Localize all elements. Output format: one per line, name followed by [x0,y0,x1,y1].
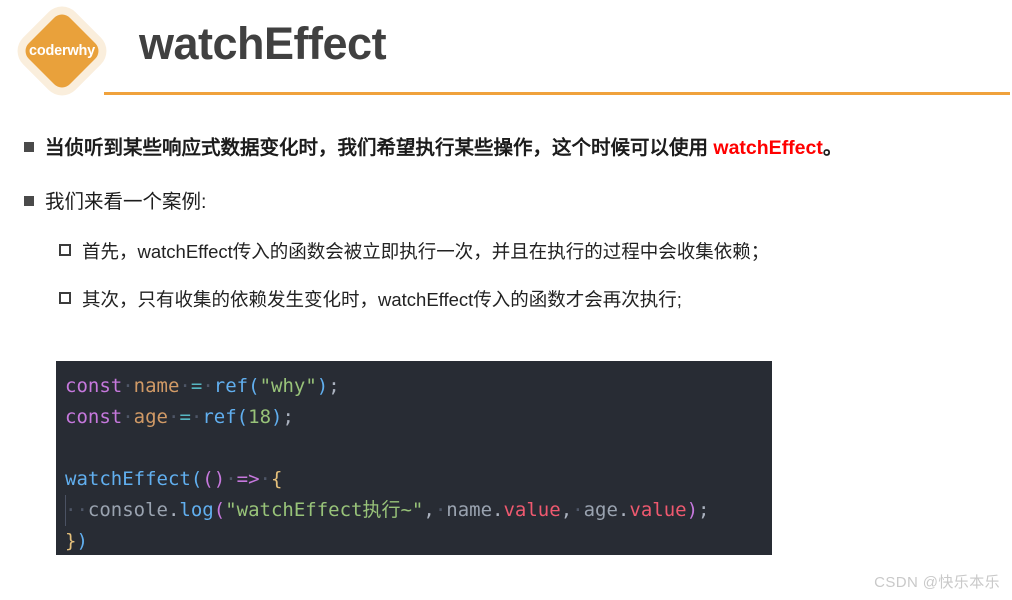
filled-square-bullet-icon [24,142,34,152]
code-token: , [560,499,573,521]
code-token: age [133,406,168,428]
code-token: name [446,499,493,521]
code-token: ·· [65,499,88,521]
code-token: "why" [259,375,317,397]
code-token: · [202,375,214,397]
code-token: log [179,499,214,521]
code-token: age [583,499,618,521]
code-token: ( [236,406,249,428]
coderwhy-logo: coderwhy [14,7,110,95]
code-token: · [434,499,447,521]
bullet-item-2: 我们来看一个案例: [24,188,206,216]
sub-bullet-2-text: 其次，只有收集的依赖发生变化时，watchEffect传入的函数才会再次执行; [82,289,682,310]
title-divider [104,92,1010,95]
code-snippet-block: const·name·=·ref("why"); const·age·=·ref(… [56,361,772,555]
hollow-square-bullet-icon [59,292,71,304]
code-token: => [236,468,260,490]
code-token: ; [328,375,340,397]
code-token: · [225,468,237,490]
page-title: watchEffect [139,18,387,69]
code-token: ) [686,499,699,521]
sub-bullet-1-text: 首先，watchEffect传入的函数会被立即执行一次，并且在执行的过程中会收集… [82,241,770,262]
code-token: ref [202,406,237,428]
slide-header: coderwhy watchEffect [0,0,1012,104]
code-token: ref [213,375,249,397]
bullet-item-1: 当侦听到某些响应式数据变化时，我们希望执行某些操作，这个时候可以使用 watch… [24,134,842,162]
code-token: = [179,406,191,428]
code-token: ) [316,375,329,397]
code-token: · [179,375,191,397]
logo-label: coderwhy [28,43,96,59]
bullet-1-text-after: 。 [822,137,843,159]
code-token: console [87,499,168,521]
code-token: const [65,375,123,397]
code-token: ; [282,406,294,428]
filled-square-bullet-icon [24,196,34,206]
code-line: watchEffect(()·=>·{ [56,464,772,495]
code-token: = [190,375,203,397]
sub-bullet-item-1: 首先，watchEffect传入的函数会被立即执行一次，并且在执行的过程中会收集… [59,238,769,265]
code-token: name [133,375,180,397]
code-token: · [259,468,271,490]
code-token: ( [213,499,226,521]
hollow-square-bullet-icon [59,244,71,256]
code-token: ; [698,499,710,521]
code-token: const [65,406,123,428]
code-token: . [492,499,504,521]
code-token: ) [76,530,88,552]
bullet-1-highlight: watchEffect [713,137,823,159]
code-token: value [629,499,687,521]
code-token: { [271,468,283,490]
sub-bullet-item-2: 其次，只有收集的依赖发生变化时，watchEffect传入的函数才会再次执行; [59,286,682,313]
code-token: , [423,499,435,521]
code-token: · [122,375,134,397]
code-token: ) [213,468,226,490]
code-token: . [617,499,630,521]
code-line: const·name·=·ref("why"); [56,371,772,402]
code-token: ( [190,468,203,490]
code-line: ··console.log("watchEffect执行~",·name.val… [56,495,772,526]
bullet-1-text-before: 当侦听到某些响应式数据变化时，我们希望执行某些操作，这个时候可以使用 [45,137,714,159]
code-line: const·age·=·ref(18); [56,402,772,433]
code-token: · [167,406,180,428]
code-token: . [167,499,180,521]
code-token: ) [271,406,283,428]
code-token: watchEffect [65,468,191,490]
code-token: · [122,406,134,428]
code-token: 18 [248,406,272,428]
code-token: "watchEffect执行~" [225,499,424,521]
code-token: value [503,499,561,521]
bullet-2-text: 我们来看一个案例: [45,191,207,213]
code-line: }) [56,526,772,555]
code-token: ( [248,375,260,397]
code-token: · [190,406,203,428]
code-token: } [65,530,77,552]
code-token: ( [202,468,214,490]
csdn-watermark: CSDN @快乐本乐 [874,574,1000,591]
code-token: · [572,499,584,521]
indent-guide [65,495,66,526]
